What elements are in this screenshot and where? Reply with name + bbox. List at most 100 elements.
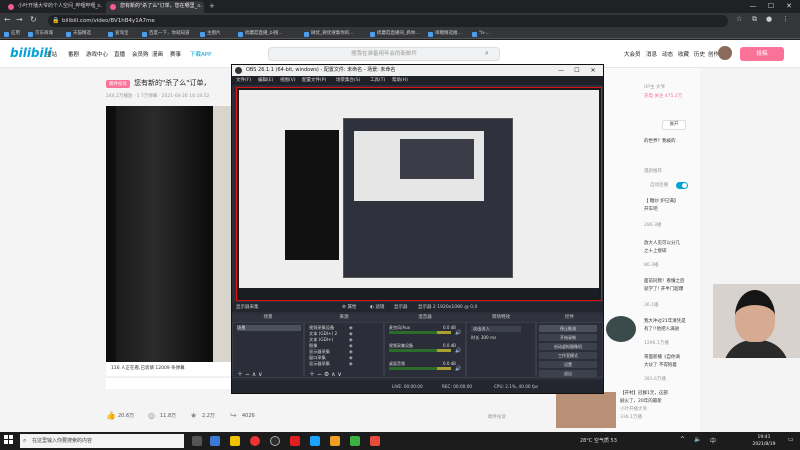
rec-title[interactable]: 有了!!他把人满进 — [644, 326, 679, 332]
report-link[interactable]: 稿件投诉 — [488, 414, 506, 420]
back-icon[interactable]: ← — [4, 15, 11, 24]
star-icon[interactable]: ☆ — [736, 15, 742, 23]
transition-duration[interactable]: 时长 300 ms — [471, 335, 496, 341]
taskbar-clock[interactable]: 19:41 2021/8/19 — [744, 434, 784, 448]
bookmark-item[interactable]: 应用 — [4, 30, 20, 38]
forward-icon[interactable]: → — [16, 15, 23, 24]
rec-title[interactable]: 面前同我！看懂之后 — [644, 278, 685, 284]
eye-icon[interactable]: ◉ — [349, 355, 353, 360]
bookmark-item[interactable]: 爱淘宝 — [108, 30, 129, 38]
speaker-icon[interactable]: 🔊 — [455, 366, 461, 372]
nav-history[interactable]: 历史 — [694, 50, 705, 58]
share-button[interactable]: ↪ 4026 — [230, 410, 255, 422]
rec-title[interactable]: 放大人见可以分几 — [644, 240, 680, 246]
bookmark-item[interactable]: 京东商城 — [28, 30, 53, 38]
follow-info[interactable]: 充电 关注 475.2万 — [644, 93, 682, 99]
bookmark-item[interactable]: 搞蘑菇直播_bi搜... — [238, 30, 283, 38]
app-icon[interactable] — [330, 436, 340, 446]
nav-item[interactable]: 主站 — [46, 50, 57, 58]
bookmark-item[interactable]: "b-... — [472, 30, 490, 38]
nav-dynamics[interactable]: 动态 — [662, 50, 673, 58]
nav-item[interactable]: 直播 — [114, 50, 125, 58]
volume-meter[interactable] — [389, 331, 451, 334]
nav-messages[interactable]: 消息 — [646, 50, 657, 58]
bookmark-item[interactable]: 串糖精选推... — [428, 30, 462, 38]
bookmark-item[interactable]: 主图片 — [200, 30, 221, 38]
menu-help[interactable]: 帮助(H) — [392, 77, 408, 83]
start-recording-button[interactable]: 开始录制 — [539, 334, 597, 341]
speaker-icon[interactable]: 🔊 — [455, 330, 461, 336]
eye-icon[interactable]: ◉ — [349, 337, 353, 342]
menu-profile[interactable]: 配置文件(P) — [302, 77, 326, 83]
expand-button[interactable]: 展开 — [662, 120, 686, 130]
settings-button[interactable]: 设置 — [539, 361, 597, 368]
chrome-icon[interactable] — [250, 436, 260, 446]
like-button[interactable]: 👍 20.6万 — [106, 410, 134, 422]
address-bar[interactable]: 🔒 bilibili.com/video/BV1hB4y1A7me — [48, 15, 728, 27]
volume-meter[interactable] — [389, 349, 451, 352]
reload-icon[interactable]: ↻ — [30, 15, 37, 24]
weather-widget[interactable]: 28°C 空气质 53 — [580, 437, 617, 444]
taskbar-search-input[interactable]: ⌕ 在这里输入你要搜索的内容 — [20, 434, 184, 448]
rec-title[interactable]: 开车吧 — [644, 206, 658, 212]
menu-view[interactable]: 视图(V) — [280, 77, 296, 83]
nav-favorites[interactable]: 收藏 — [678, 50, 689, 58]
stop-streaming-button[interactable]: 停止推流 — [539, 325, 597, 332]
maximize-window-button[interactable]: ☐ — [762, 0, 780, 12]
rec-title[interactable]: 就学了! 开半门超爆 — [644, 286, 683, 292]
eye-icon[interactable]: ◉ — [349, 331, 353, 336]
search-input[interactable]: 搜我在准备用年会的新邮件 — [268, 47, 500, 61]
volume-icon[interactable]: 🔈 — [694, 436, 701, 443]
menu-edit[interactable]: 编辑(E) — [258, 77, 273, 83]
profile-icon[interactable]: ● — [766, 15, 772, 23]
source-add-remove-icons[interactable]: ＋ − ⚙ ∧ ∨ — [309, 369, 342, 378]
volume-meter[interactable] — [389, 367, 451, 370]
display-select[interactable]: 显示器 2 1920x1080 @ 0,0 — [418, 304, 477, 310]
ime-icon[interactable]: 中 — [710, 436, 716, 445]
eye-icon[interactable]: ◉ — [349, 325, 353, 330]
tray-chevron-icon[interactable]: ^ — [680, 436, 685, 443]
nav-vip[interactable]: 大会员 — [624, 50, 641, 58]
scene-item[interactable]: 场景 — [237, 325, 301, 331]
obs-preview[interactable] — [236, 87, 602, 301]
nav-item[interactable]: 会员购 — [132, 50, 149, 58]
video-player[interactable] — [106, 106, 213, 362]
task-view-icon[interactable] — [192, 436, 202, 446]
coin-button[interactable]: ◎ 11.8万 — [148, 410, 176, 422]
rec-title[interactable]: 【 糖炒 炉已满】 — [644, 198, 678, 204]
virtual-camera-button[interactable]: 启动虚拟摄像机 — [539, 343, 597, 350]
search-icon[interactable]: ⌕ — [485, 49, 489, 58]
rec-thumbnail[interactable] — [606, 316, 636, 342]
menu-scene-collection[interactable]: 场景集合(S) — [336, 77, 360, 83]
menu-icon[interactable]: ⋮ — [782, 15, 789, 23]
notification-icon[interactable]: ▭ — [788, 436, 794, 443]
favorite-button[interactable]: ★ 2.2万 — [190, 410, 215, 422]
rec-title[interactable]: 【开村】冠群1元，这部 — [620, 390, 668, 396]
nav-item[interactable]: 漫画 — [152, 50, 163, 58]
app-icon[interactable] — [350, 436, 360, 446]
filters-button[interactable]: ◐ 滤镜 — [370, 304, 384, 310]
rec-title[interactable]: 哥面新播《自你滴 — [644, 354, 680, 360]
nav-item[interactable]: 番剧 — [68, 50, 79, 58]
bookmark-item[interactable]: 微优_微优搜集你的... — [304, 30, 354, 38]
nav-item[interactable]: 游戏中心 — [86, 50, 108, 58]
bookmark-item[interactable]: 百度一下，你就知道 — [142, 30, 190, 38]
properties-button[interactable]: ⚙ 属性 — [342, 304, 356, 310]
rec-title[interactable]: 大伙了 不得抱着 — [644, 362, 677, 368]
obs-taskbar-icon[interactable] — [270, 436, 280, 446]
close-window-button[interactable]: ✕ — [780, 0, 798, 12]
browser-tab-2[interactable]: 您有新的"杀了么"订单，您在哪里_... × — [106, 1, 204, 13]
new-tab-button[interactable]: + — [206, 1, 218, 13]
browser-tab-1[interactable]: 小叶开播大爷的个人空间_哔哩哔哩_... × — [4, 1, 104, 13]
obs-minimize-button[interactable]: — — [554, 65, 568, 76]
nav-item[interactable]: 赛事 — [170, 50, 181, 58]
app-icon[interactable] — [290, 436, 300, 446]
rec-title[interactable]: 剧火了，20年的最新 — [620, 398, 662, 404]
app-icon[interactable] — [310, 436, 320, 446]
menu-file[interactable]: 文件(F) — [236, 77, 251, 83]
obs-close-button[interactable]: ✕ — [586, 65, 600, 76]
upload-button[interactable]: 投稿 — [740, 47, 784, 61]
app-icon[interactable] — [370, 436, 380, 446]
close-tab-icon[interactable]: × — [97, 1, 101, 12]
eye-icon[interactable]: ◉ — [349, 343, 353, 348]
